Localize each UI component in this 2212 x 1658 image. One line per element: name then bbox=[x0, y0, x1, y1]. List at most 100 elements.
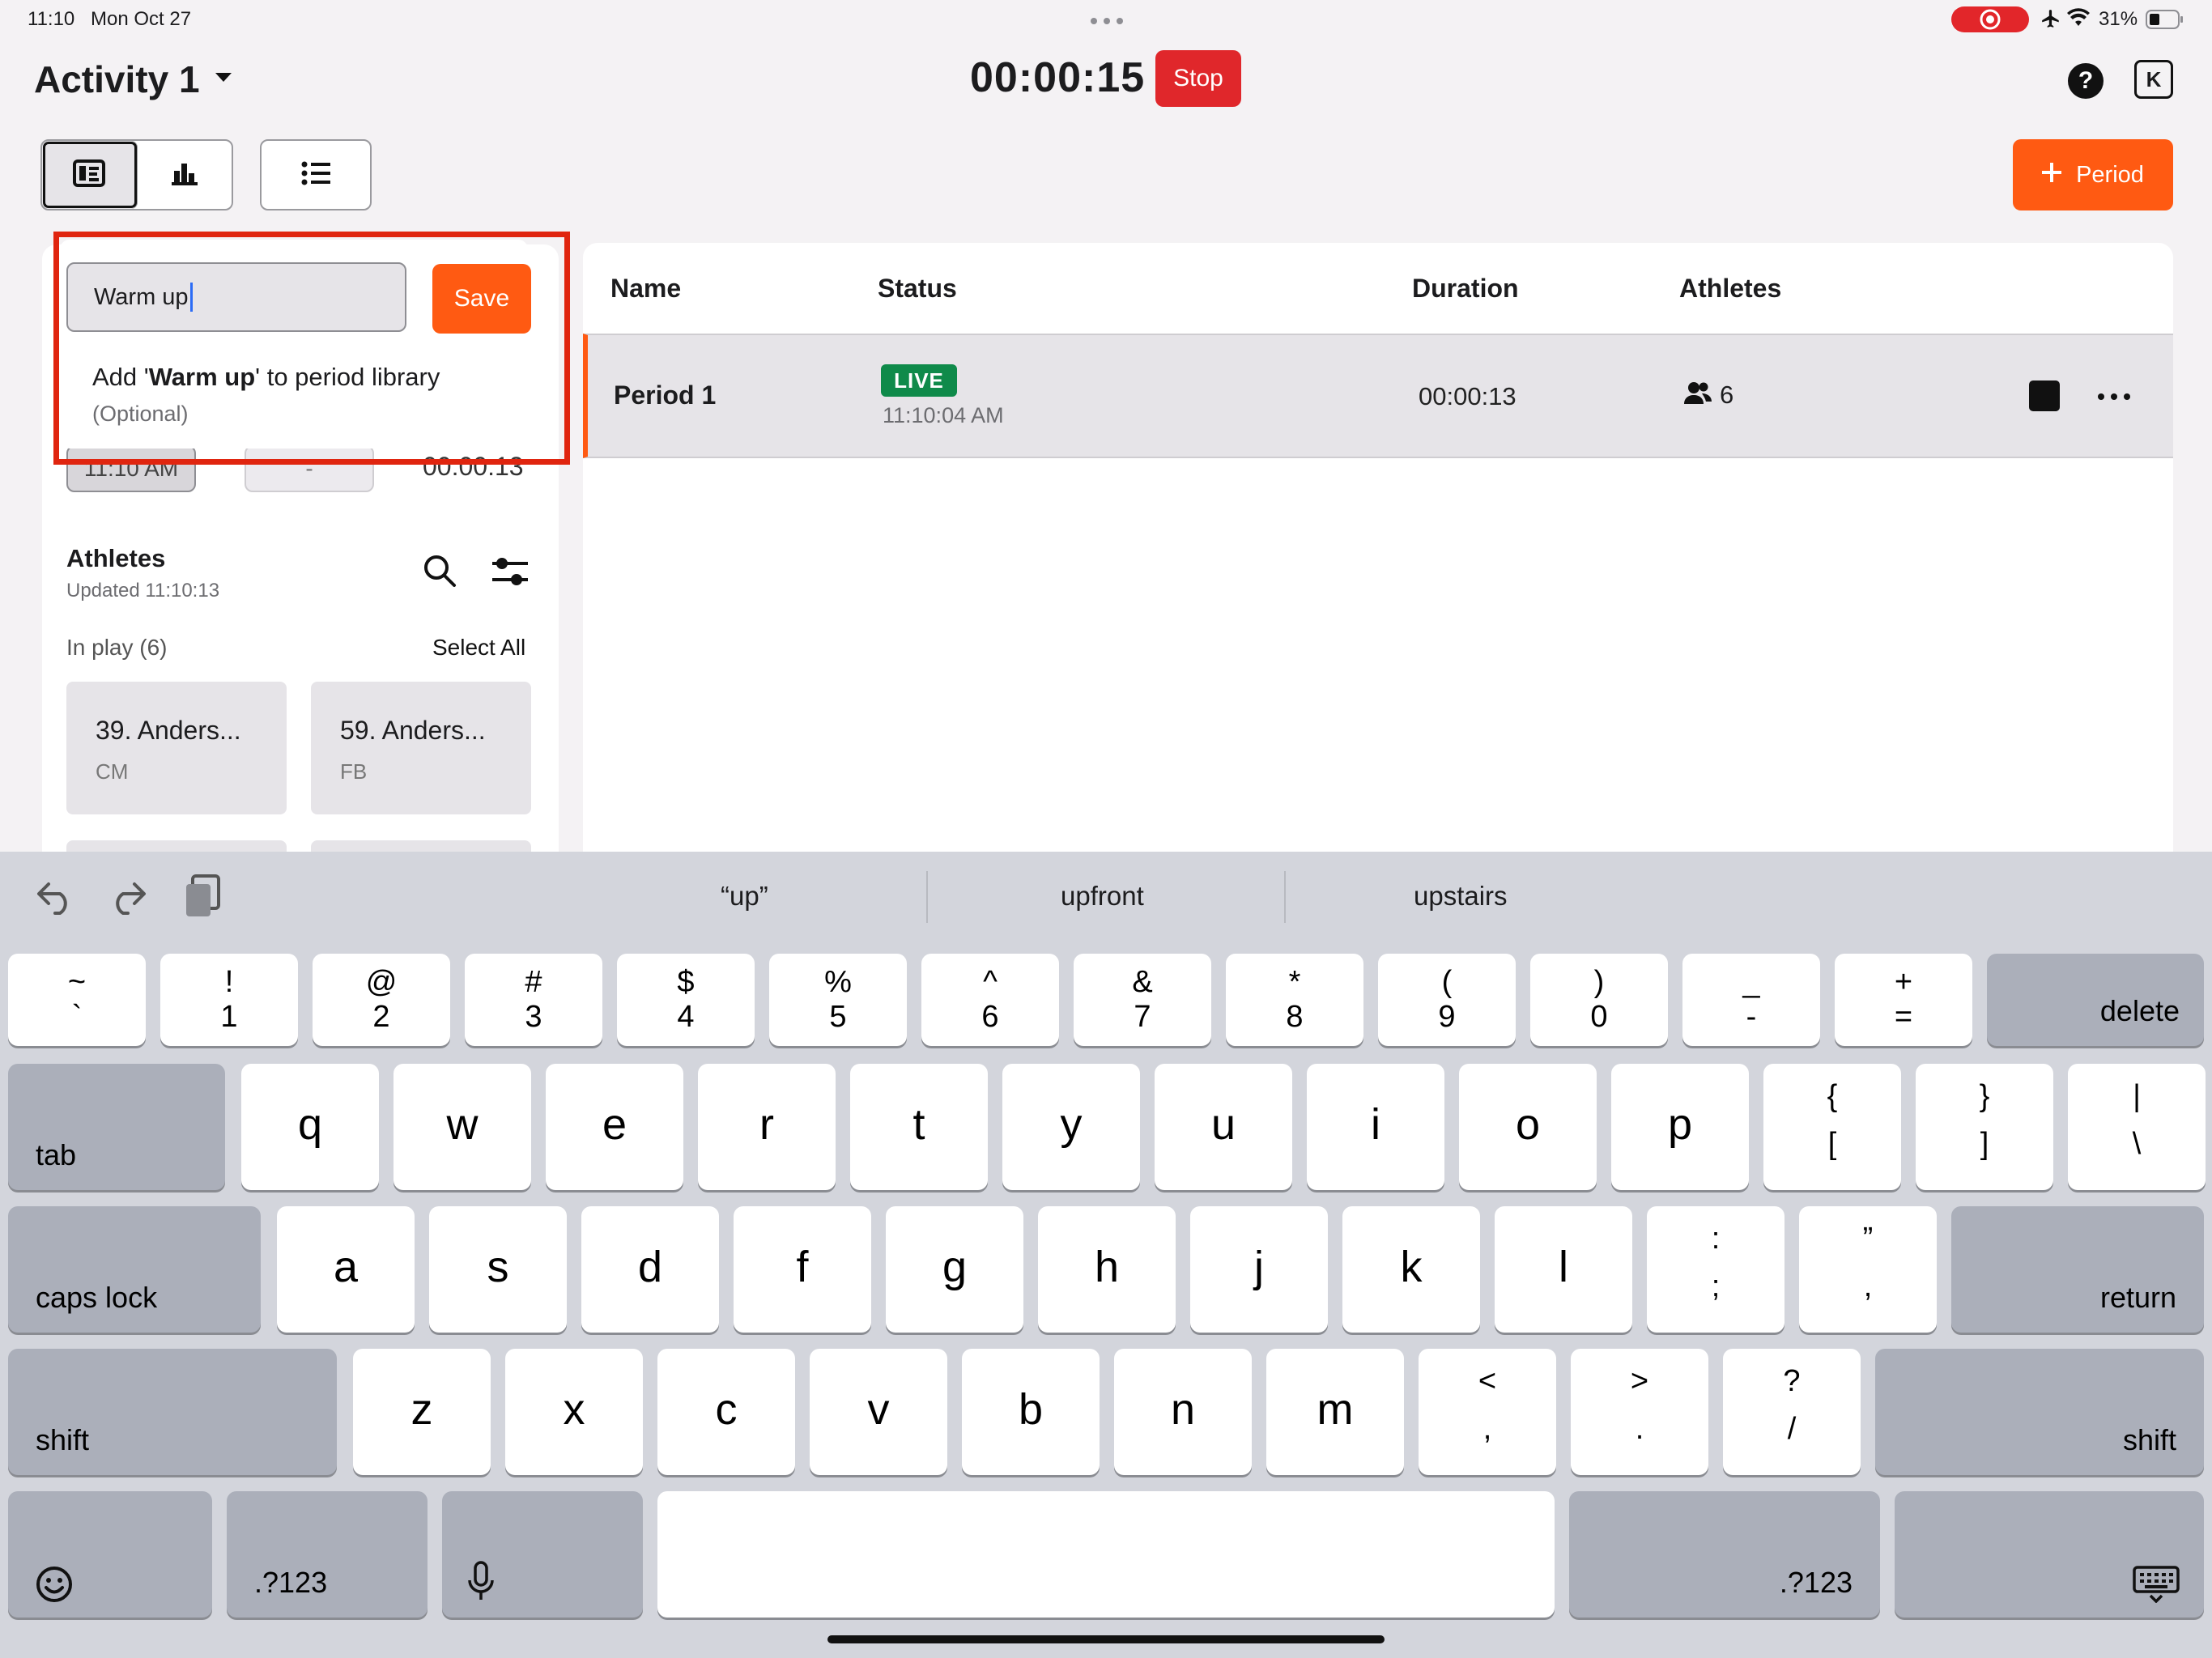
key-qsym-1[interactable]: }] bbox=[1916, 1064, 2053, 1190]
stop-button[interactable]: Stop bbox=[1155, 50, 1241, 107]
redo-icon[interactable] bbox=[108, 879, 147, 919]
key-qsym-0[interactable]: {[ bbox=[1763, 1064, 1901, 1190]
tab-key[interactable]: tab bbox=[8, 1064, 225, 1190]
key-b[interactable]: b bbox=[962, 1349, 1100, 1475]
key-num-9[interactable]: (9 bbox=[1378, 954, 1516, 1046]
key-w[interactable]: w bbox=[393, 1064, 531, 1190]
athlete-card[interactable]: 59. Anders... FB bbox=[311, 682, 531, 814]
key-g[interactable]: g bbox=[886, 1206, 1023, 1333]
key-t[interactable]: t bbox=[850, 1064, 988, 1190]
key-zsym-0[interactable]: <, bbox=[1419, 1349, 1556, 1475]
help-icon[interactable]: ? bbox=[2068, 63, 2104, 99]
key-z[interactable]: z bbox=[353, 1349, 491, 1475]
key-zsym-2[interactable]: ? / bbox=[1723, 1349, 1861, 1475]
key-a[interactable]: a bbox=[277, 1206, 415, 1333]
key-o[interactable]: o bbox=[1459, 1064, 1597, 1190]
key-num-6[interactable]: ^ 6 bbox=[921, 954, 1059, 1046]
key-r[interactable]: r bbox=[698, 1064, 836, 1190]
multitasking-dots-icon[interactable] bbox=[1090, 15, 1124, 24]
users-icon bbox=[1684, 381, 1712, 410]
key-n[interactable]: n bbox=[1114, 1349, 1252, 1475]
key-h[interactable]: h bbox=[1038, 1206, 1176, 1333]
filter-icon[interactable] bbox=[492, 555, 528, 592]
athlete-card[interactable]: 39. Anders... CM bbox=[66, 682, 287, 814]
delete-key[interactable]: delete bbox=[1987, 954, 2204, 1046]
caps-lock-key-label: caps lock bbox=[36, 1281, 158, 1314]
key-u[interactable]: u bbox=[1155, 1064, 1292, 1190]
key-zsym-1[interactable]: >. bbox=[1571, 1349, 1708, 1475]
numbers-key-left[interactable]: .?123 bbox=[227, 1491, 428, 1618]
key-c[interactable]: c bbox=[657, 1349, 795, 1475]
select-all-link[interactable]: Select All bbox=[432, 635, 525, 661]
shift-key-left[interactable]: shift bbox=[8, 1349, 337, 1475]
dictation-key[interactable] bbox=[442, 1491, 643, 1618]
more-options-icon[interactable] bbox=[2097, 390, 2131, 405]
athlete-name: 59. Anders... bbox=[340, 716, 486, 745]
key-num-2[interactable]: @2 bbox=[313, 954, 450, 1046]
key-m[interactable]: m bbox=[1266, 1349, 1404, 1475]
suggestion-3[interactable]: upstairs bbox=[1414, 881, 1508, 912]
key-num-7[interactable]: & 7 bbox=[1074, 954, 1211, 1046]
key-num-0[interactable]: ~ ` bbox=[8, 954, 146, 1046]
key-zsym-0-top: < bbox=[1478, 1363, 1497, 1398]
key-num-10-bottom: 0 bbox=[1590, 1000, 1608, 1034]
table-row[interactable]: Period 1 LIVE 11:10:04 AM 00:00:13 6 bbox=[583, 334, 2173, 458]
chart-view-button[interactable] bbox=[138, 141, 232, 209]
suggestion-1[interactable]: “up” bbox=[721, 881, 768, 912]
return-key[interactable]: return bbox=[1951, 1206, 2204, 1333]
key-qsym-2[interactable]: | \ bbox=[2068, 1064, 2206, 1190]
undo-icon[interactable] bbox=[36, 879, 74, 919]
caps-lock-key[interactable]: caps lock bbox=[8, 1206, 261, 1333]
key-j[interactable]: j bbox=[1190, 1206, 1328, 1333]
key-num-4-top: $ bbox=[677, 964, 695, 999]
shift-key-right[interactable]: shift bbox=[1875, 1349, 2204, 1475]
key-a-label: a bbox=[333, 1243, 359, 1291]
key-p[interactable]: p bbox=[1611, 1064, 1749, 1190]
key-v[interactable]: v bbox=[810, 1349, 947, 1475]
column-header-status[interactable]: Status bbox=[878, 274, 957, 304]
emoji-key[interactable] bbox=[8, 1491, 212, 1618]
paste-icon[interactable] bbox=[185, 874, 220, 922]
key-num-12[interactable]: + = bbox=[1835, 954, 1972, 1046]
activity-selector[interactable]: Activity 1 bbox=[34, 55, 232, 104]
key-zsym-2-top: ? bbox=[1783, 1363, 1801, 1398]
key-t-label: t bbox=[912, 1100, 925, 1149]
add-period-button[interactable]: Period bbox=[2013, 139, 2173, 210]
key-num-10[interactable]: ) 0 bbox=[1530, 954, 1668, 1046]
column-header-duration[interactable]: Duration bbox=[1412, 274, 1519, 304]
key-b-label: b bbox=[1018, 1385, 1044, 1434]
athletes-count-cell: 6 bbox=[1684, 380, 1733, 410]
search-icon[interactable] bbox=[423, 554, 457, 592]
stop-period-icon[interactable] bbox=[2029, 380, 2060, 411]
key-num-4[interactable]: $4 bbox=[617, 954, 755, 1046]
timeline-view-button[interactable] bbox=[42, 141, 138, 209]
periods-table: Name Status Duration Athletes Period 1 L… bbox=[583, 243, 2173, 858]
column-header-athletes[interactable]: Athletes bbox=[1679, 274, 1781, 304]
key-s[interactable]: s bbox=[429, 1206, 567, 1333]
key-y[interactable]: y bbox=[1002, 1064, 1140, 1190]
list-view-button[interactable] bbox=[260, 139, 372, 210]
key-i[interactable]: i bbox=[1307, 1064, 1444, 1190]
key-num-5[interactable]: % 5 bbox=[769, 954, 907, 1046]
key-f[interactable]: f bbox=[734, 1206, 871, 1333]
key-l[interactable]: l bbox=[1495, 1206, 1632, 1333]
key-num-4-bottom: 4 bbox=[677, 1000, 695, 1034]
key-d[interactable]: d bbox=[581, 1206, 719, 1333]
suggestion-2[interactable]: upfront bbox=[1061, 881, 1144, 912]
key-x-label: x bbox=[563, 1385, 585, 1434]
key-k[interactable]: k bbox=[1342, 1206, 1480, 1333]
key-num-3[interactable]: #3 bbox=[465, 954, 602, 1046]
numbers-key-right[interactable]: .?123 bbox=[1569, 1491, 1880, 1618]
space-key[interactable] bbox=[657, 1491, 1555, 1618]
dismiss-keyboard-key[interactable] bbox=[1895, 1491, 2204, 1618]
column-header-name[interactable]: Name bbox=[610, 274, 681, 304]
key-x[interactable]: x bbox=[505, 1349, 643, 1475]
key-asym-1[interactable]: ”, bbox=[1799, 1206, 1937, 1333]
key-num-8[interactable]: * 8 bbox=[1226, 954, 1363, 1046]
key-e[interactable]: e bbox=[546, 1064, 683, 1190]
key-asym-0[interactable]: :; bbox=[1647, 1206, 1784, 1333]
key-num-11[interactable]: _ - bbox=[1682, 954, 1820, 1046]
key-num-1[interactable]: ! 1 bbox=[160, 954, 298, 1046]
user-avatar[interactable]: K bbox=[2134, 60, 2173, 99]
key-q[interactable]: q bbox=[241, 1064, 379, 1190]
